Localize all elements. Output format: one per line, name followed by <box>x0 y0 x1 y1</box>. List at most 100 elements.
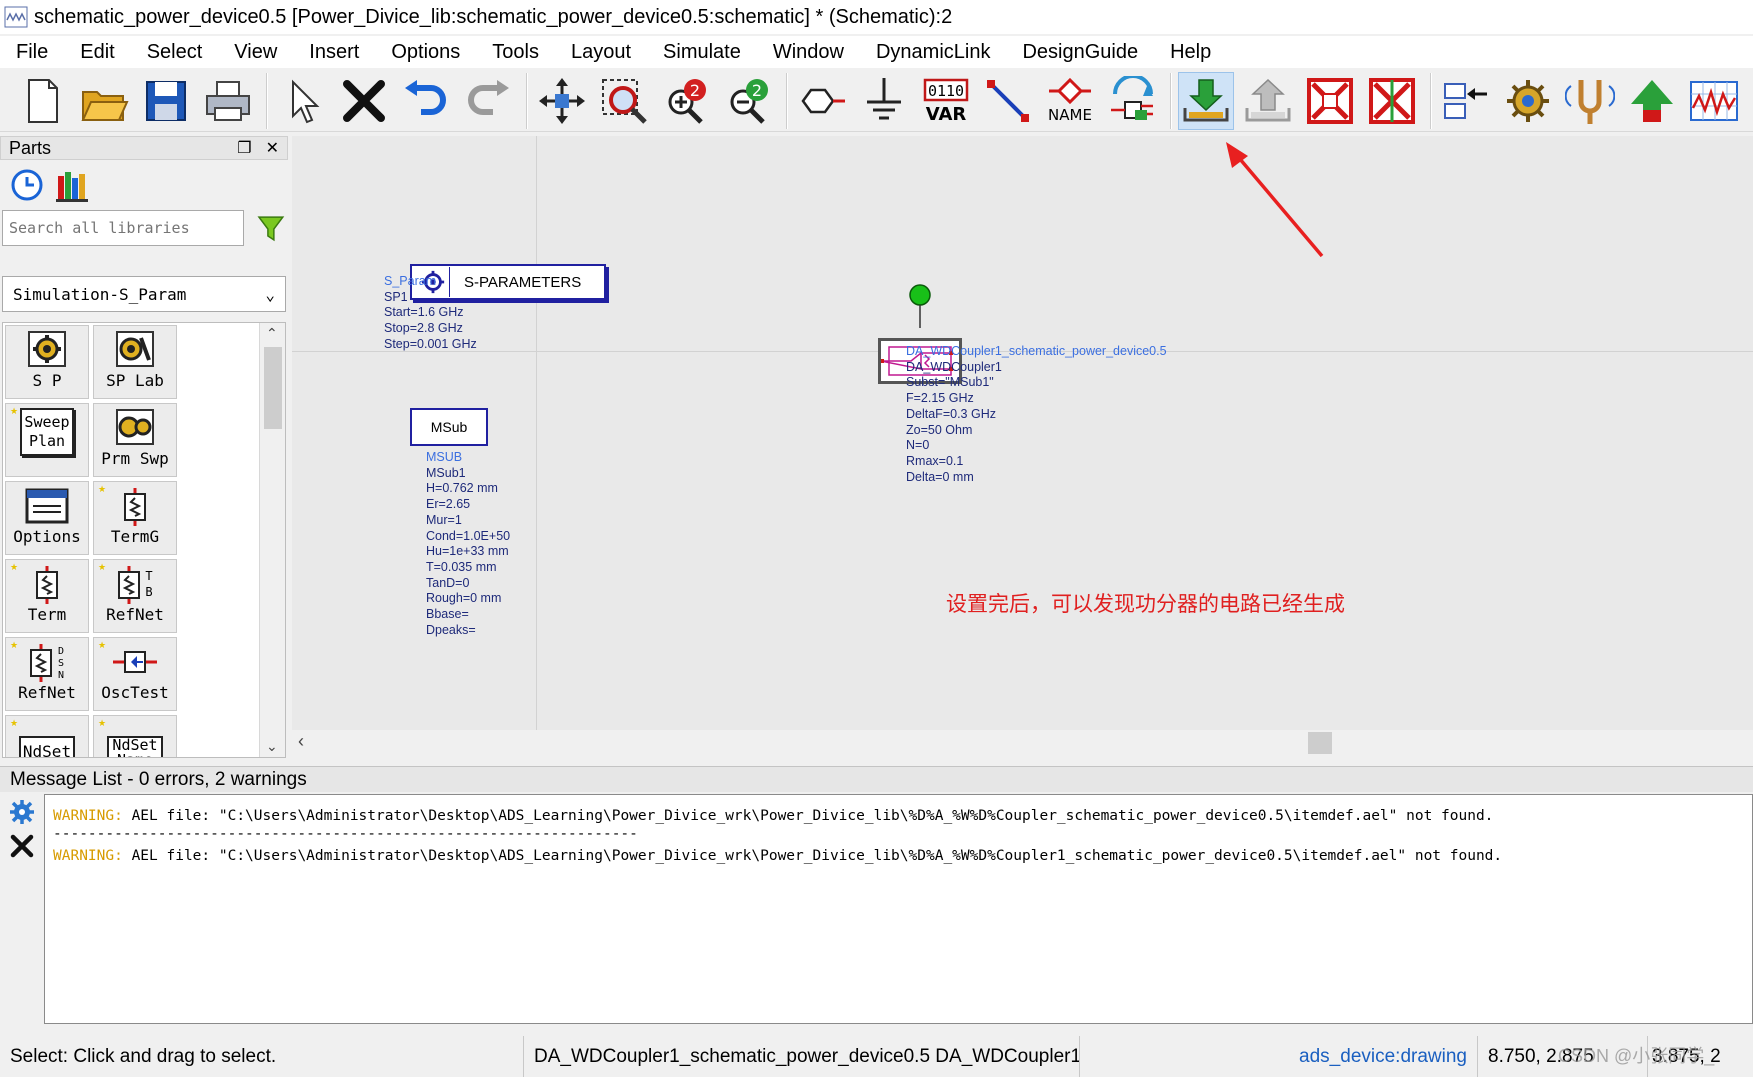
palette-item-sp[interactable]: S P <box>5 325 89 399</box>
push-into-hierarchy-button[interactable] <box>1104 72 1160 130</box>
chevron-left-icon[interactable]: ‹ <box>298 731 304 752</box>
annotation-arrow-icon <box>1226 142 1324 258</box>
delete-button[interactable] <box>336 72 392 130</box>
display-data-button[interactable] <box>1686 72 1742 130</box>
select-pointer-button[interactable] <box>274 72 330 130</box>
toolbar-separator <box>786 72 788 129</box>
scrollbar-thumb[interactable] <box>264 347 282 429</box>
palette-scrollbar[interactable]: ⌃ ⌄ <box>259 323 285 757</box>
close-icon[interactable]: ✕ <box>266 138 279 158</box>
message-list-title: Message List - 0 errors, 2 warnings <box>10 768 307 790</box>
insert-port-button[interactable] <box>794 72 850 130</box>
parts-search-input[interactable] <box>2 210 245 246</box>
layer-link[interactable]: ads_device:drawing <box>1299 1046 1467 1068</box>
parts-title: Parts <box>9 137 52 158</box>
recent-parts-clock-icon[interactable] <box>10 168 44 202</box>
coupler-param-line: DeltaF=0.3 GHz <box>906 406 996 421</box>
palette-item-term[interactable]: ★ Term <box>5 559 89 633</box>
library-select[interactable]: Simulation-S_Param ⌄ <box>2 276 286 312</box>
delete-x-icon <box>343 79 385 122</box>
menu-window[interactable]: Window <box>757 41 860 64</box>
coupler-param-line: Delta=0 mm <box>906 469 974 484</box>
open-folder-icon <box>81 90 129 121</box>
status-selection: DA_WDCoupler1_schematic_power_device0.5 … <box>524 1036 1080 1077</box>
settings-gear-icon[interactable] <box>8 798 36 826</box>
name-label: NAME <box>1048 106 1092 124</box>
menu-tools[interactable]: Tools <box>476 41 555 64</box>
deactivate-short-button[interactable] <box>1364 72 1420 130</box>
palette-item-options[interactable]: Options <box>5 481 89 555</box>
message-list-tools <box>0 794 44 1026</box>
redo-button[interactable] <box>460 72 516 130</box>
parts-tools <box>0 160 288 210</box>
component-palette: S P SP Lab ★ Sweep Plan Prm Swp Options … <box>2 322 286 758</box>
star-icon: ★ <box>98 640 107 650</box>
simulation-setup-button[interactable] <box>1500 72 1556 130</box>
tuning-button[interactable] <box>1562 72 1618 130</box>
palette-item-sweep-plan[interactable]: ★ Sweep Plan <box>5 403 89 477</box>
palette-item-ndset[interactable]: ★ NdSet <box>5 715 89 757</box>
svg-text:T: T <box>145 569 152 583</box>
upload-button[interactable] <box>1240 72 1296 130</box>
palette-item-osctest[interactable]: ★ OscTest <box>93 637 177 711</box>
menu-help[interactable]: Help <box>1154 41 1227 64</box>
chevron-down-icon[interactable]: ⌄ <box>266 738 278 755</box>
schematic-canvas[interactable]: S-PARAMETERS S_Param SP1 Start=1.6 GHz S… <box>292 136 1753 730</box>
undo-button[interactable] <box>398 72 454 130</box>
optimization-button[interactable] <box>1624 72 1680 130</box>
menu-dynamiclink[interactable]: DynamicLink <box>860 41 1006 64</box>
deactivate-button[interactable] <box>1302 72 1358 130</box>
download-tray-icon <box>1183 78 1229 121</box>
filter-funnel-icon[interactable] <box>256 213 286 243</box>
palette-item-refnet[interactable]: ★ TB RefNet <box>93 559 177 633</box>
libraries-books-icon[interactable] <box>56 168 90 202</box>
canvas-horizontal-scrollbar[interactable]: ‹ <box>292 730 1753 756</box>
menu-insert[interactable]: Insert <box>293 41 375 64</box>
insert-ground-button[interactable] <box>856 72 912 130</box>
palette-item-refnet-dsn[interactable]: ★ DSN RefNet <box>5 637 89 711</box>
palette-item-termg[interactable]: ★ TermG <box>93 481 177 555</box>
palette-item-label: S P <box>32 371 62 390</box>
palette-item-splab[interactable]: SP Lab <box>93 325 177 399</box>
menu-select[interactable]: Select <box>131 41 219 64</box>
open-button[interactable] <box>76 72 132 130</box>
zoom-out-button[interactable]: 2 <box>720 72 776 130</box>
pan-button[interactable] <box>534 72 590 130</box>
clear-messages-x-icon[interactable] <box>8 832 36 860</box>
star-icon: ★ <box>10 562 19 572</box>
menu-file[interactable]: File <box>0 41 64 64</box>
save-button[interactable] <box>138 72 194 130</box>
new-button[interactable] <box>14 72 70 130</box>
zoom-area-button[interactable] <box>596 72 652 130</box>
menu-edit[interactable]: Edit <box>64 41 130 64</box>
port-hexagon-icon <box>801 88 845 113</box>
green-pin-marker-icon[interactable] <box>908 284 932 328</box>
float-window-icon[interactable]: ❐ <box>237 138 251 158</box>
menu-options[interactable]: Options <box>375 41 476 64</box>
pointer-arrow-icon <box>292 79 320 123</box>
insert-var-button[interactable]: 0110 VAR <box>918 72 974 130</box>
insert-wire-label-button[interactable]: NAME <box>1042 72 1098 130</box>
menu-layout[interactable]: Layout <box>555 41 647 64</box>
star-icon: ★ <box>10 640 19 650</box>
msub-substrate[interactable]: MSub <box>410 408 488 446</box>
menu-simulate[interactable]: Simulate <box>647 41 757 64</box>
palette-item-prm-swp[interactable]: Prm Swp <box>93 403 177 477</box>
chevron-up-icon[interactable]: ⌃ <box>266 325 278 342</box>
menu-view[interactable]: View <box>218 41 293 64</box>
print-button[interactable] <box>200 72 256 130</box>
pop-out-button[interactable] <box>1438 72 1494 130</box>
ndset-name-icon: NdSet Name <box>107 736 163 757</box>
waveform-display-icon <box>1690 80 1738 121</box>
insert-wire-button[interactable] <box>980 72 1036 130</box>
generate-schematic-button[interactable] <box>1178 71 1234 130</box>
coupler-param-line: DA_WDCoupler1_schematic_power_device0.5 <box>906 344 1167 358</box>
scrollbar-thumb[interactable] <box>1308 732 1332 754</box>
zoom-in-button[interactable]: 2 <box>658 72 714 130</box>
message-list-area[interactable]: WARNING: AEL file: "C:\Users\Administrat… <box>44 794 1753 1024</box>
palette-item-ndset-name[interactable]: ★ NdSet Name <box>93 715 177 757</box>
message-text: AEL file: "C:\Users\Administrator\Deskto… <box>122 808 1494 824</box>
sparam-param-line: Start=1.6 GHz <box>384 305 464 320</box>
hierarchy-push-icon <box>1111 75 1153 120</box>
menu-designguide[interactable]: DesignGuide <box>1006 41 1154 64</box>
